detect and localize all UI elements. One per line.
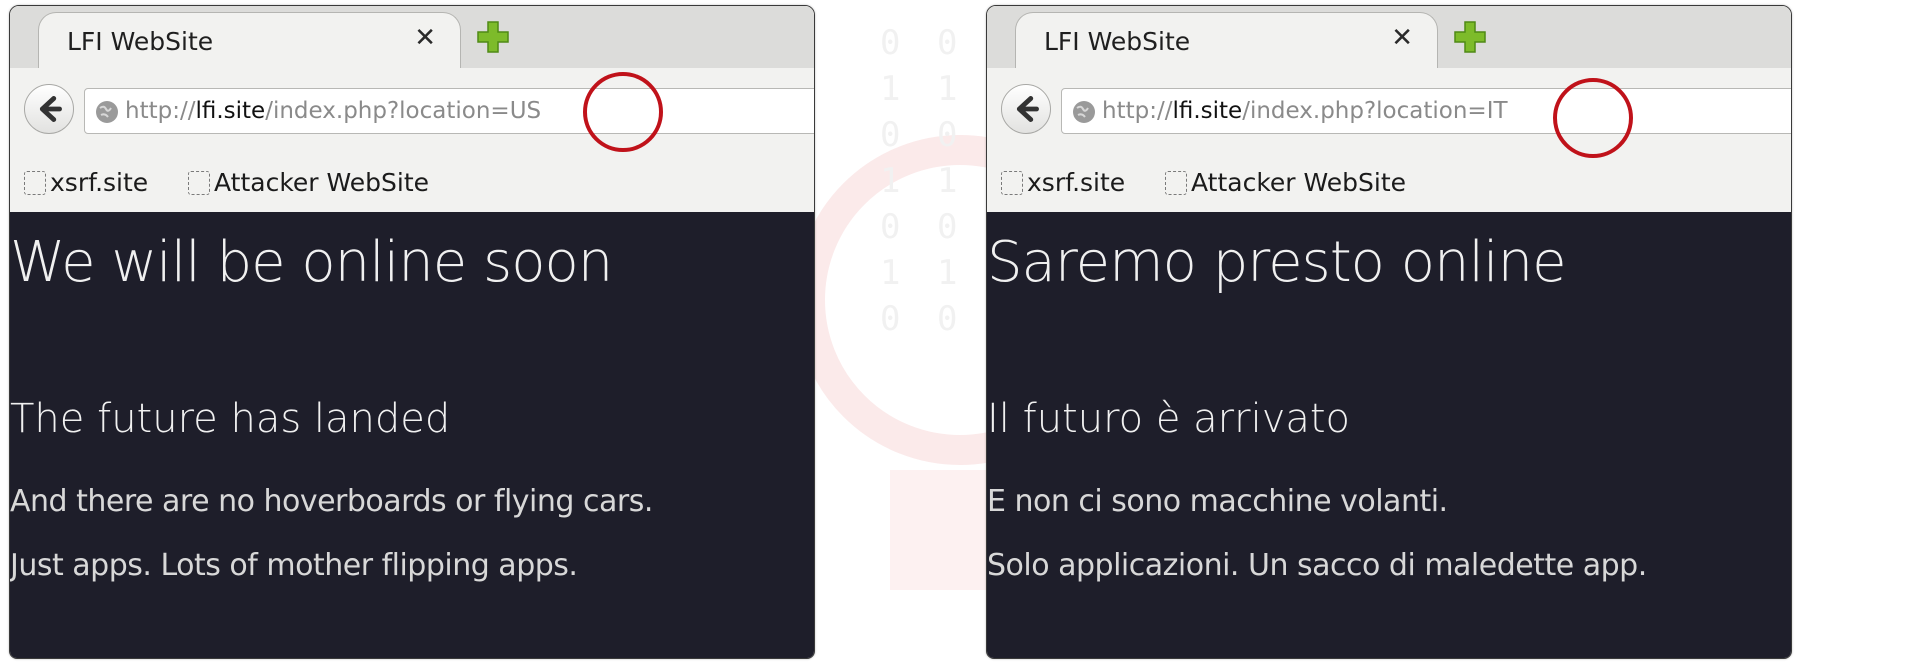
address-bar[interactable]: http://lfi.site/index.php?location=IT bbox=[1061, 88, 1791, 134]
bookmark-label: Attacker WebSite bbox=[1191, 168, 1407, 197]
bookmarks-toolbar: xsrf.site Attacker WebSite bbox=[10, 156, 814, 213]
page-text-line-1: E non ci sono macchine volanti. bbox=[987, 484, 1448, 519]
browser-window-it: LFI WebSite ✕ http://lfi.site/index.php?… bbox=[986, 5, 1792, 659]
back-button[interactable] bbox=[24, 84, 74, 134]
browser-window-us: LFI WebSite ✕ http://lfi.site/index.php?… bbox=[9, 5, 815, 659]
url-path: /index.php?location=IT bbox=[1242, 98, 1508, 124]
bookmark-attacker-website[interactable]: Attacker WebSite bbox=[1165, 168, 1406, 197]
navigation-bar: http://lfi.site/index.php?location=IT bbox=[987, 68, 1791, 156]
bookmark-placeholder-icon bbox=[1165, 170, 1187, 195]
new-tab-plus-icon[interactable] bbox=[476, 20, 510, 54]
url-host: lfi.site bbox=[195, 98, 266, 124]
tab-strip: LFI WebSite ✕ bbox=[10, 6, 814, 69]
tab-lfi-website[interactable]: LFI WebSite ✕ bbox=[38, 12, 461, 68]
page-text-line-2: Just apps. Lots of mother flipping apps. bbox=[10, 548, 578, 583]
back-button[interactable] bbox=[1001, 84, 1051, 134]
bookmarks-toolbar: xsrf.site Attacker WebSite bbox=[987, 156, 1791, 213]
background-binary-digits: 0 01 10 01 10 01 10 0 bbox=[880, 23, 966, 339]
back-arrow-icon bbox=[39, 96, 62, 122]
bookmark-xsrf-site[interactable]: xsrf.site bbox=[1001, 168, 1125, 197]
tab-title: LFI WebSite bbox=[1044, 27, 1191, 56]
page-subheading: Il futuro è arrivato bbox=[987, 396, 1351, 442]
address-bar[interactable]: http://lfi.site/index.php?location=US bbox=[84, 88, 814, 134]
back-arrow-icon bbox=[1016, 96, 1039, 122]
globe-icon bbox=[96, 101, 118, 123]
page-heading: Saremo presto online bbox=[987, 230, 1567, 295]
bookmark-placeholder-icon bbox=[188, 170, 210, 195]
tab-lfi-website[interactable]: LFI WebSite ✕ bbox=[1015, 12, 1438, 68]
bookmark-attacker-website[interactable]: Attacker WebSite bbox=[188, 168, 429, 197]
bookmark-placeholder-icon bbox=[24, 170, 46, 195]
page-text-line-1: And there are no hoverboards or flying c… bbox=[10, 484, 653, 519]
tab-strip: LFI WebSite ✕ bbox=[987, 6, 1791, 69]
bookmark-placeholder-icon bbox=[1001, 170, 1023, 195]
url-text: http://lfi.site/index.php?location=IT bbox=[1102, 98, 1508, 124]
url-scheme: http:// bbox=[1102, 98, 1173, 124]
page-content: Saremo presto online Il futuro è arrivat… bbox=[987, 212, 1791, 658]
new-tab-plus-icon[interactable] bbox=[1453, 20, 1487, 54]
browser-chrome: LFI WebSite ✕ http://lfi.site/index.php?… bbox=[987, 6, 1791, 213]
browser-chrome: LFI WebSite ✕ http://lfi.site/index.php?… bbox=[10, 6, 814, 213]
tab-title: LFI WebSite bbox=[67, 27, 214, 56]
page-text-line-2: Solo applicazioni. Un sacco di maledette… bbox=[987, 548, 1647, 583]
page-content: We will be online soon The future has la… bbox=[10, 212, 814, 658]
close-tab-icon[interactable]: ✕ bbox=[1391, 23, 1413, 53]
url-path: /index.php?location=US bbox=[265, 98, 542, 124]
page-subheading: The future has landed bbox=[10, 396, 451, 442]
url-scheme: http:// bbox=[125, 98, 196, 124]
bookmark-label: xsrf.site bbox=[1027, 168, 1126, 197]
globe-icon bbox=[1073, 101, 1095, 123]
page-heading: We will be online soon bbox=[10, 230, 613, 295]
bookmark-label: xsrf.site bbox=[50, 168, 149, 197]
url-host: lfi.site bbox=[1172, 98, 1243, 124]
url-text: http://lfi.site/index.php?location=US bbox=[125, 98, 541, 124]
bookmark-label: Attacker WebSite bbox=[214, 168, 430, 197]
close-tab-icon[interactable]: ✕ bbox=[414, 23, 436, 53]
bookmark-xsrf-site[interactable]: xsrf.site bbox=[24, 168, 148, 197]
navigation-bar: http://lfi.site/index.php?location=US bbox=[10, 68, 814, 156]
